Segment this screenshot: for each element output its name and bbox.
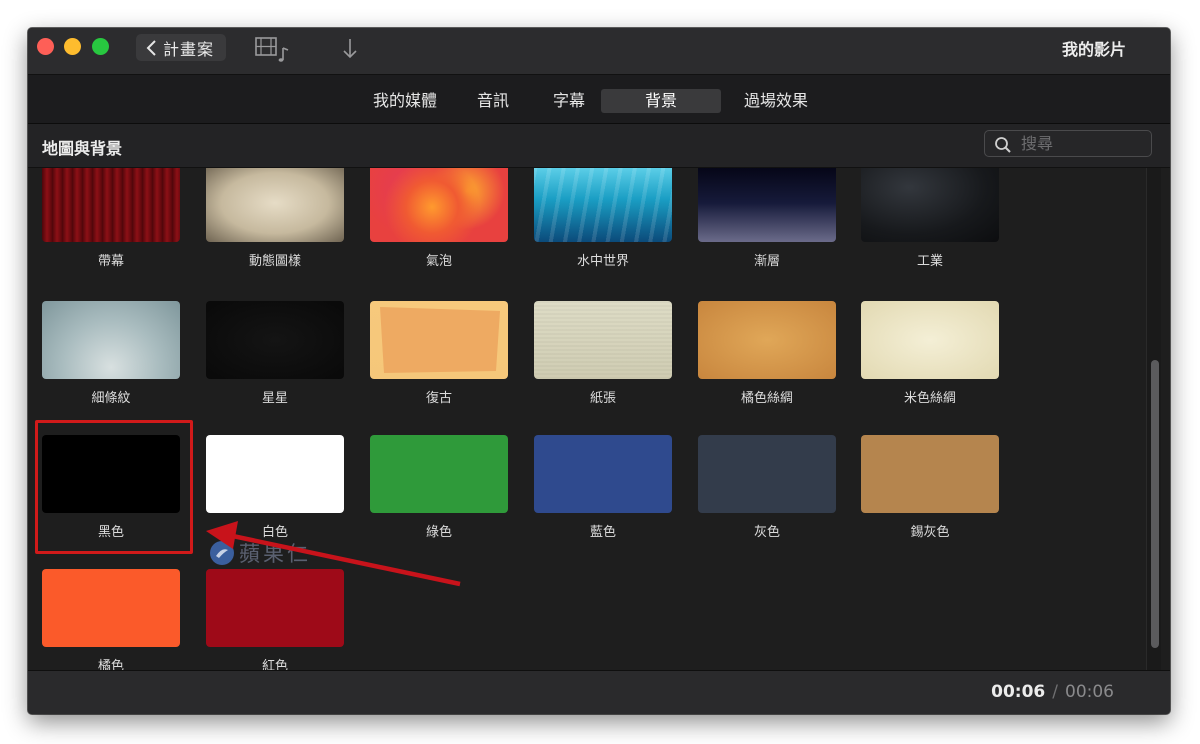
close-button[interactable]: [37, 38, 54, 55]
vertical-scrollbar[interactable]: [1146, 168, 1161, 670]
imovie-window: 計畫案 我的影片 我的媒體 音訊 字幕 背景 過場效果 地圖與背景 搜尋 帶幕 …: [28, 28, 1170, 714]
chevron-left-icon: [146, 39, 156, 56]
browser-tabs: 我的媒體 音訊 字幕 背景 過場效果: [28, 74, 1170, 124]
tab-my-media[interactable]: 我的媒體: [364, 89, 446, 113]
annotation-arrow: [206, 521, 461, 587]
tab-transitions[interactable]: 過場效果: [734, 89, 818, 113]
tab-titles[interactable]: 字幕: [546, 89, 592, 113]
backgrounds-grid: 帶幕 動態圖樣 氣泡 水中世界 漸層 工業 細條紋 星星 復古 紙張 橘色絲綢 米色絲綢 黑色 白色 綠色藍…: [28, 168, 1170, 670]
search-icon: [995, 137, 1011, 153]
tab-audio[interactable]: 音訊: [470, 89, 516, 113]
section-title: 地圖與背景: [42, 139, 123, 158]
window-title: 我的影片: [1061, 40, 1126, 59]
current-time: 00:06: [991, 682, 1046, 702]
search-field[interactable]: [984, 130, 1152, 157]
search-input[interactable]: [1021, 133, 1141, 154]
browser-header: 地圖與背景: [28, 124, 1170, 168]
title-bar: 計畫案 我的影片: [28, 28, 1170, 74]
import-arrow-icon[interactable]: [340, 36, 360, 62]
footer-bar: 00:06 / 00:06: [28, 670, 1170, 714]
back-to-projects-button[interactable]: 計畫案: [136, 34, 226, 61]
minimize-button[interactable]: [64, 38, 81, 55]
zoom-button[interactable]: [92, 38, 109, 55]
tab-backgrounds[interactable]: 背景: [601, 89, 721, 113]
timecode-separator: /: [1052, 682, 1058, 702]
scrollbar-thumb[interactable]: [1151, 360, 1159, 648]
timecode: 00:06 / 00:06: [991, 682, 1114, 702]
media-library-icon[interactable]: [254, 36, 292, 66]
back-button-label: 計畫案: [163, 39, 215, 59]
total-time: 00:06: [1065, 682, 1114, 702]
